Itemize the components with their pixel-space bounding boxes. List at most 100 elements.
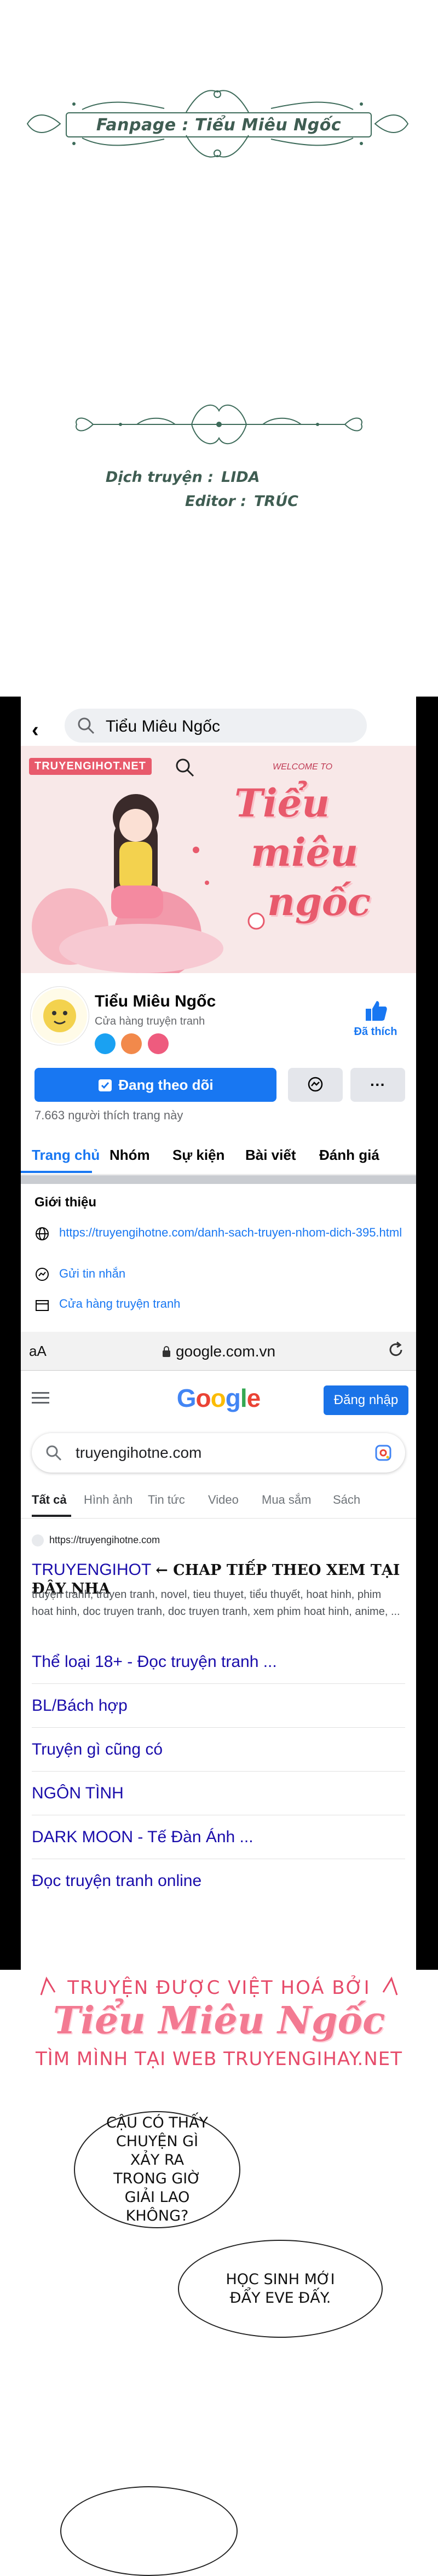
search-magnifier-icon — [176, 758, 194, 777]
google-header: Google Đăng nhập — [21, 1370, 416, 1425]
tab-shopping[interactable]: Mua sắm — [262, 1493, 311, 1507]
watermark-logo-text: Tiểu Miêu Ngốc — [53, 1999, 385, 2043]
watermark-line1: TRUYỆN ĐƯỢC VIỆT HOÁ BỞI — [67, 1977, 371, 1999]
sitelink[interactable]: Truyện gì cũng có — [32, 1727, 405, 1772]
tab-video[interactable]: Video — [208, 1493, 239, 1507]
cover-title: Tiểu miêu ngốc — [234, 779, 371, 927]
watermark-line3: TÌM MÌNH TẠI WEB TRUYENGIHAY.NET — [35, 2048, 403, 2070]
tab-news[interactable]: Tin tức — [148, 1493, 185, 1507]
follow-label: Đang theo dõi — [118, 1076, 214, 1093]
translator-label: Dịch truyện : — [105, 469, 214, 486]
google-lens-icon[interactable] — [374, 1444, 392, 1462]
tab-books[interactable]: Sách — [333, 1493, 360, 1507]
phone-screen: ‹ Tiểu Miêu Ngốc TRUYENGIHOT.NET WELCOME… — [21, 697, 416, 1970]
sitelink-text: DARK MOON - Tế Đàn Ánh ... — [32, 1828, 253, 1846]
tab-reviews[interactable]: Đánh giá — [319, 1147, 379, 1164]
intro-link: https://truyengihotne.com/danh-sach-truy… — [59, 1226, 402, 1239]
google-logo-letter: g — [225, 1384, 241, 1412]
back-arrow-icon[interactable]: ‹ — [32, 718, 39, 742]
active-tab-indicator — [32, 1515, 71, 1517]
gift-badge-icon — [147, 1033, 169, 1054]
like-label: Đã thích — [354, 1026, 397, 1038]
page-category: Cửa hàng truyện tranh — [95, 1015, 205, 1027]
sitelink[interactable]: Đọc truyện tranh online — [32, 1859, 405, 1902]
tab-posts[interactable]: Bài viết — [245, 1147, 296, 1164]
speech-bubble: CẬU CÓ THẤY CHUYỆN GÌ XẢY RA TRONG GIỜ G… — [74, 2111, 240, 2228]
page-avatar-icon — [43, 999, 76, 1032]
thumbs-up-icon — [366, 1001, 387, 1021]
google-logo-letter: o — [210, 1384, 226, 1412]
likes-count: 7.663 người thích trang này — [34, 1108, 183, 1122]
messenger-button[interactable] — [288, 1068, 343, 1102]
star-badge-icon — [121, 1033, 142, 1054]
speech-bubble-text: HỌC SINH MỚI ĐẨY EVE ĐẤY. — [226, 2270, 335, 2307]
search-query: Tiểu Miêu Ngốc — [106, 717, 220, 735]
result-title-text: TRUYENGIHOT — [32, 1561, 151, 1579]
facebook-tabs: Trang chủ Nhóm Sự kiện Bài viết Đánh giá — [21, 1135, 416, 1175]
avatar[interactable] — [31, 987, 89, 1045]
google-logo-letter: l — [240, 1384, 247, 1412]
page-badges — [95, 1033, 172, 1057]
tab-images[interactable]: Hình ảnh — [84, 1493, 132, 1507]
sitelink-text: Thể loại 18+ - Đọc truyện tranh ... — [32, 1653, 277, 1671]
search-icon — [78, 717, 95, 734]
speech-bubble: HỌC SINH MỚI ĐẨY EVE ĐẤY. — [178, 2240, 383, 2338]
url-field[interactable]: google.com.vn — [21, 1343, 416, 1360]
follow-button[interactable]: Đang theo dõi — [34, 1068, 276, 1102]
messenger-icon — [308, 1077, 323, 1092]
cover-photo[interactable]: TRUYENGIHOT.NET WELCOME TO Tiểu miêu ngố… — [21, 746, 416, 973]
editor-row: Editor : TRÚC — [82, 490, 298, 514]
result-snippet: truyện tranh, truyen tranh, novel, tieu … — [32, 1589, 400, 1618]
translator-value: LIDA — [221, 469, 260, 486]
facebook-search-bar[interactable]: Tiểu Miêu Ngốc — [65, 709, 367, 743]
tab-groups[interactable]: Nhóm — [110, 1147, 150, 1164]
sitelink-text: Đọc truyện tranh online — [32, 1872, 202, 1890]
speech-bubble-text: CẬU CÓ THẤY CHUYỆN GÌ XẢY RA TRONG GIỜ G… — [106, 2114, 209, 2224]
more-button[interactable]: ··· — [350, 1068, 405, 1102]
cover-badge: TRUYENGIHOT.NET — [29, 758, 152, 775]
signin-button[interactable]: Đăng nhập — [324, 1385, 408, 1415]
sitelink[interactable]: Thể loại 18+ - Đọc truyện tranh ... — [32, 1640, 405, 1684]
like-button[interactable]: Đã thích — [354, 999, 397, 1038]
google-logo-letters: Google — [176, 1384, 261, 1412]
google-tabs: Tất cả Hình ảnh Tin tức Video Mua sắm Sá… — [21, 1485, 416, 1519]
page-name: Tiểu Miêu Ngốc — [95, 992, 216, 1010]
translator-row: Dịch truyện : LIDA — [82, 465, 298, 490]
result-site-url: https://truyengihotne.com — [49, 1534, 160, 1545]
shop-icon — [36, 1300, 49, 1311]
active-tab-indicator — [21, 1171, 92, 1173]
editor-value: TRÚC — [254, 493, 298, 510]
reload-icon[interactable] — [387, 1341, 405, 1359]
tab-events[interactable]: Sự kiện — [172, 1147, 224, 1164]
follow-check-icon — [99, 1079, 112, 1091]
cover-welcome: WELCOME TO — [273, 762, 333, 772]
sitelink-text: Truyện gì cũng có — [32, 1740, 163, 1758]
intro-shop: Cửa hàng truyện tranh — [59, 1297, 181, 1310]
lock-icon — [162, 1346, 170, 1357]
sitelink[interactable]: DARK MOON - Tế Đàn Ánh ... — [32, 1815, 405, 1859]
search-input[interactable]: truyengihotne.com — [76, 1444, 201, 1462]
tab-all[interactable]: Tất cả — [32, 1493, 67, 1507]
site-favicon-icon — [32, 1534, 44, 1547]
messenger-badge-icon — [95, 1033, 116, 1054]
sitelink[interactable]: BL/Bách hợp — [32, 1683, 405, 1728]
speech-bubble-partial — [60, 2486, 238, 2576]
messenger-icon — [36, 1268, 49, 1281]
google-logo-letter: e — [246, 1384, 261, 1412]
tab-home[interactable]: Trang chủ — [32, 1147, 100, 1164]
sitelink-text: BL/Bách hợp — [32, 1697, 128, 1715]
search-icon — [46, 1445, 62, 1461]
section-divider — [21, 1175, 416, 1184]
google-logo-letter: G — [176, 1384, 197, 1412]
url-text: google.com.vn — [175, 1343, 276, 1360]
cover-title-line: miêu — [251, 830, 359, 875]
result-site[interactable]: https://truyengihotne.com — [32, 1534, 160, 1547]
credits: Dịch truyện : LIDA Editor : TRÚC — [82, 465, 298, 514]
intro-message: Gửi tin nhắn — [59, 1267, 126, 1280]
cover-title-line: Tiểu — [234, 780, 330, 826]
google-search-box[interactable]: truyengihotne.com — [32, 1433, 405, 1473]
divider-ornament-icon — [76, 404, 362, 445]
google-logo-letter: o — [195, 1384, 211, 1412]
phone-screenshot: ‹ Tiểu Miêu Ngốc TRUYENGIHOT.NET WELCOME… — [0, 697, 438, 1970]
sitelink[interactable]: NGÔN TÌNH — [32, 1771, 405, 1815]
